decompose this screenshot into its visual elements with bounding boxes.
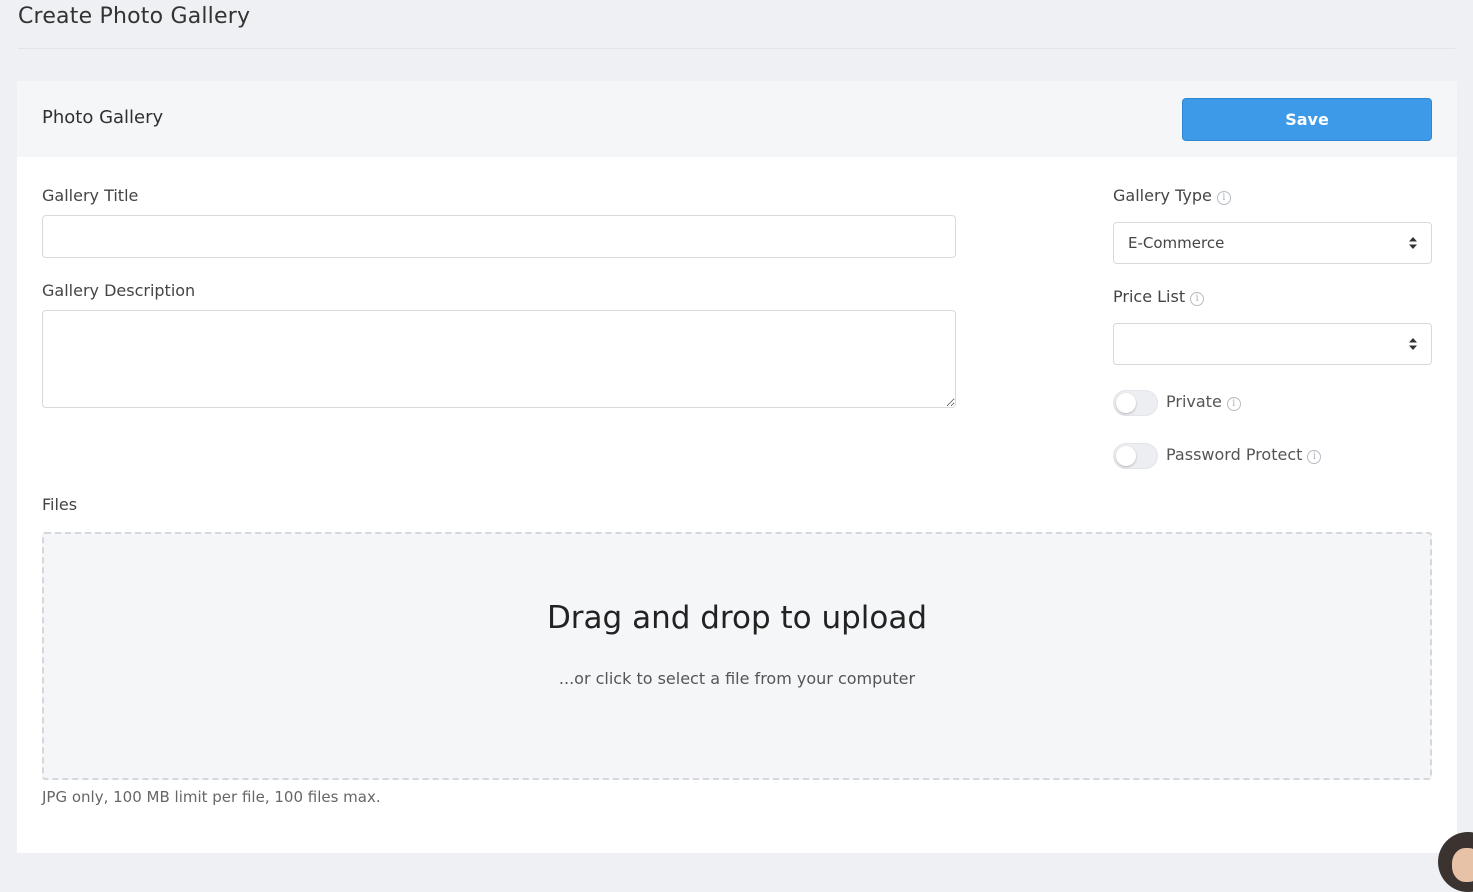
card-title: Photo Gallery — [42, 107, 164, 128]
title-divider — [18, 48, 1455, 49]
gallery-type-label: Gallery Type i — [1113, 186, 1231, 205]
card-header: Photo Gallery Save — [17, 81, 1457, 157]
gallery-type-select[interactable]: E-Commerce — [1113, 222, 1432, 264]
private-toggle[interactable] — [1113, 390, 1158, 416]
gallery-title-input[interactable] — [42, 215, 956, 258]
gallery-type-selected-value: E-Commerce — [1128, 234, 1225, 252]
files-hint: JPG only, 100 MB limit per file, 100 fil… — [42, 788, 381, 806]
sort-arrows-icon — [1409, 237, 1417, 249]
price-list-label-text: Price List — [1113, 287, 1186, 306]
gallery-type-label-text: Gallery Type — [1113, 186, 1212, 205]
info-icon[interactable]: i — [1190, 292, 1205, 306]
private-label: Private i — [1166, 392, 1241, 411]
password-protect-label-text: Password Protect — [1166, 445, 1303, 464]
gallery-card: Photo Gallery Save Gallery Title Gallery… — [17, 81, 1457, 853]
gallery-description-label: Gallery Description — [42, 281, 196, 300]
avatar-face — [1452, 848, 1473, 882]
price-list-label: Price List i — [1113, 287, 1205, 306]
toggle-knob — [1116, 393, 1136, 413]
price-list-select[interactable] — [1113, 323, 1432, 365]
password-protect-label: Password Protect i — [1166, 445, 1322, 464]
info-icon[interactable]: i — [1307, 450, 1322, 464]
gallery-title-label: Gallery Title — [42, 186, 139, 205]
dropzone-subtitle[interactable]: ...or click to select a file from your c… — [44, 669, 1430, 688]
dropzone-title: Drag and drop to upload — [546, 600, 928, 636]
private-label-text: Private — [1166, 392, 1222, 411]
files-label: Files — [42, 495, 78, 514]
gallery-description-textarea[interactable] — [42, 310, 956, 408]
save-button[interactable]: Save — [1182, 98, 1432, 141]
toggle-knob — [1116, 446, 1136, 466]
sort-arrows-icon — [1409, 338, 1417, 350]
file-dropzone[interactable]: Drag and drop to upload ...or click to s… — [42, 532, 1432, 780]
info-icon[interactable]: i — [1226, 397, 1241, 411]
info-icon[interactable]: i — [1216, 191, 1231, 205]
page-title: Create Photo Gallery — [18, 4, 251, 29]
password-protect-toggle[interactable] — [1113, 443, 1158, 469]
